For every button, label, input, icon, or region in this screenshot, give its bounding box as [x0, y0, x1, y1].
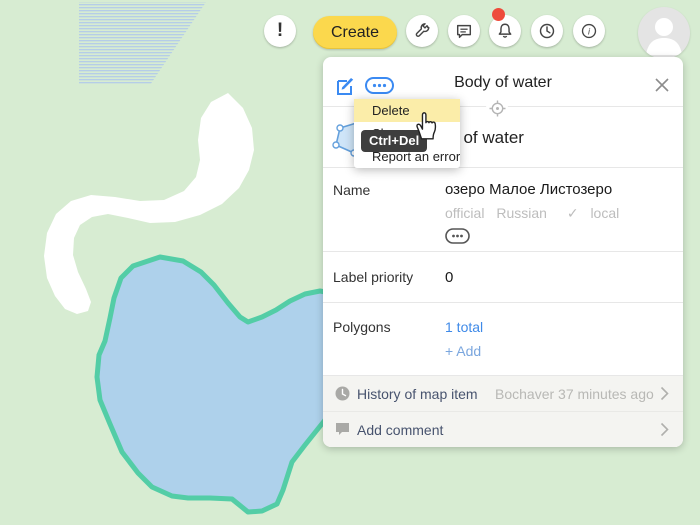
attr-official: official: [445, 205, 484, 221]
polygons-row: Polygons 1 total + Add: [323, 303, 683, 375]
polygons-total-link[interactable]: 1 total: [445, 319, 483, 335]
ellipsis-icon: [445, 228, 470, 244]
name-attributes: official Russian ✓ local: [445, 205, 627, 222]
svg-text:i: i: [588, 27, 591, 37]
create-label: Create: [331, 24, 379, 42]
label-priority-value: 0: [445, 269, 453, 286]
close-icon: [654, 77, 670, 93]
chevron-right-icon: [660, 386, 669, 401]
map-editor-screen: ! Create i: [0, 0, 700, 525]
info-button[interactable]: i: [573, 15, 605, 47]
create-button[interactable]: Create: [313, 16, 397, 49]
name-value: озеро Малое Листозеро: [445, 181, 612, 198]
clock-icon: [335, 386, 350, 401]
comment-icon: [455, 22, 473, 40]
crosshair-icon: [489, 100, 506, 117]
label-priority-label: Label priority: [333, 269, 413, 285]
attr-local: local: [590, 205, 619, 221]
add-comment-row[interactable]: Add comment: [323, 412, 683, 448]
polygons-label: Polygons: [333, 319, 391, 335]
history-button[interactable]: [531, 15, 563, 47]
shortcut-tooltip: Ctrl+Del: [361, 130, 427, 152]
history-row[interactable]: History of map item Bochaver 37 minutes …: [323, 376, 683, 412]
comments-button[interactable]: [448, 15, 480, 47]
center-map-handle[interactable]: [486, 97, 508, 119]
history-meta: Bochaver 37 minutes ago: [495, 386, 654, 402]
panel-title: Body of water: [323, 74, 683, 92]
panel-footer: History of map item Bochaver 37 minutes …: [323, 375, 683, 447]
name-row: Name озеро Малое Листозеро official Russ…: [323, 168, 683, 252]
bell-icon: [496, 22, 514, 40]
add-comment-label: Add comment: [357, 422, 443, 438]
label-priority-row: Label priority 0: [323, 252, 683, 303]
name-label: Name: [333, 182, 370, 198]
history-label: History of map item: [357, 386, 478, 402]
tools-button[interactable]: [406, 15, 438, 47]
close-button[interactable]: [654, 77, 670, 93]
name-more-button[interactable]: [445, 228, 470, 244]
notification-badge: [492, 8, 505, 21]
person-icon: [638, 7, 690, 59]
wrench-icon: [413, 22, 431, 40]
menu-item-delete[interactable]: Delete: [354, 99, 460, 122]
polygons-add-link[interactable]: + Add: [445, 343, 481, 359]
check-icon: ✓: [567, 205, 579, 221]
attr-language: Russian: [496, 205, 547, 221]
clock-icon: [538, 22, 556, 40]
alert-label: !: [277, 20, 283, 42]
user-avatar[interactable]: [638, 7, 690, 59]
comment-icon: [335, 422, 350, 436]
alert-button[interactable]: !: [264, 15, 296, 47]
chevron-right-icon: [660, 422, 669, 437]
info-icon: i: [580, 22, 598, 40]
